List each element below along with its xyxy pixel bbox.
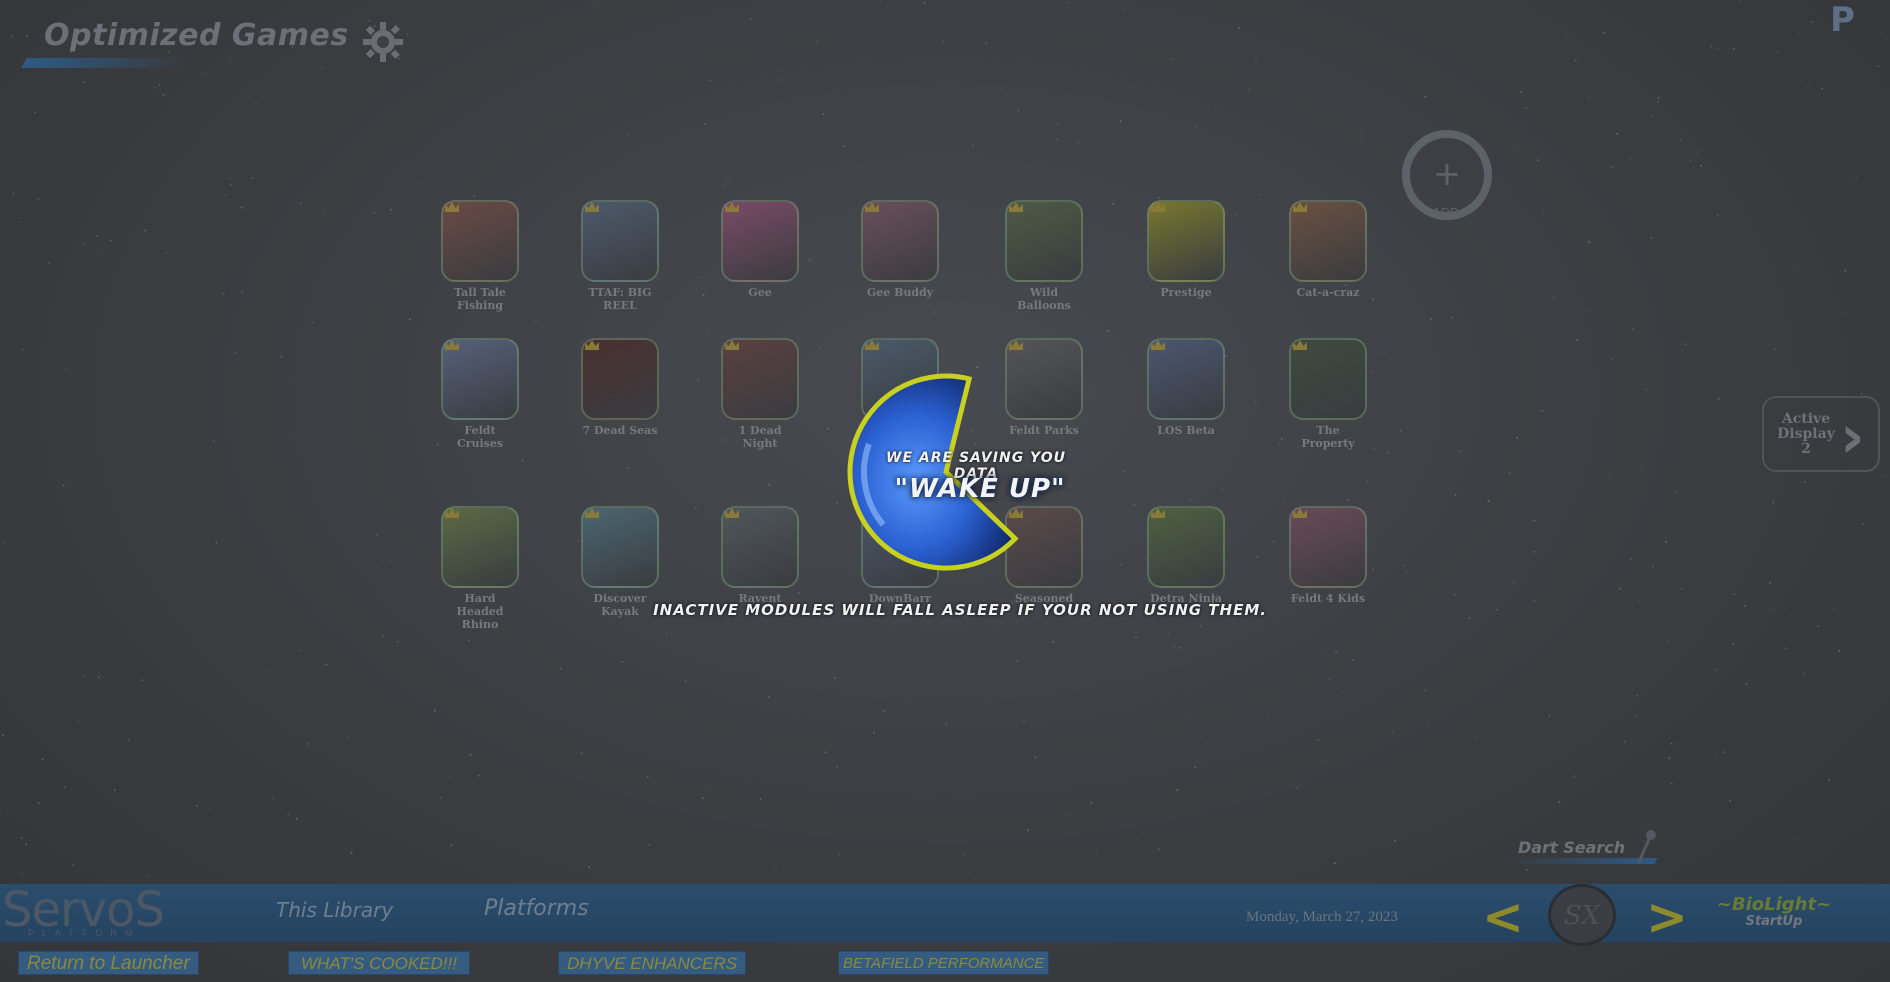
wake-up-button[interactable]: "WAKE UP" [880, 474, 1080, 504]
launcher-app: Optimized Games P + ADD Tall Tale Fishin… [0, 0, 1890, 982]
sleep-overlay: WE ARE SAVING YOU DATA "WAKE UP" INACTIV… [0, 0, 1890, 982]
inactive-modules-message: INACTIVE MODULES WILL FALL ASLEEP IF YOU… [653, 601, 1267, 619]
